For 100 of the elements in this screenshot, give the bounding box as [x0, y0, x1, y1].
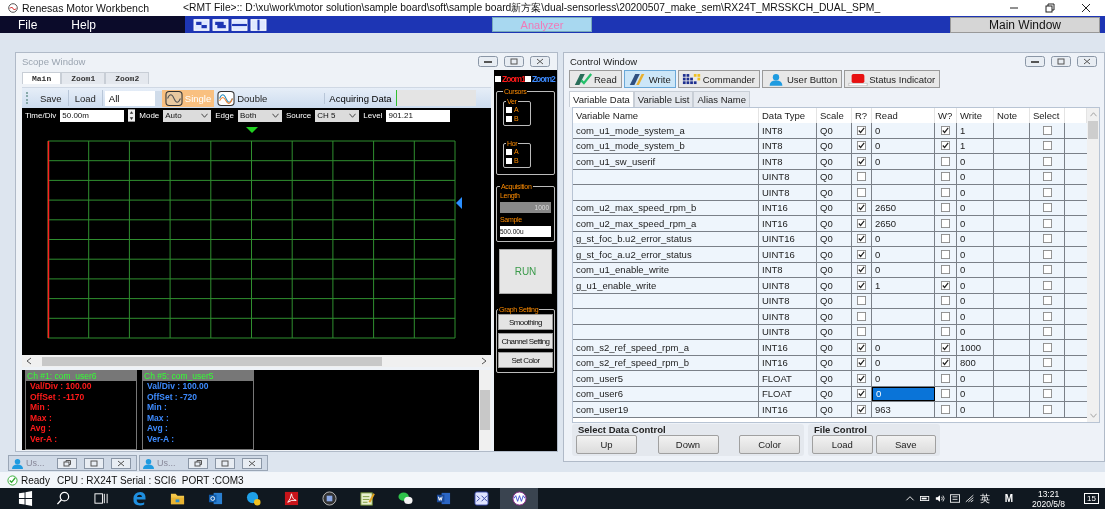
file-button[interactable]: Load [812, 435, 873, 454]
table-cell: 0 [957, 309, 994, 324]
table-cell: INT16 [759, 355, 817, 370]
table-cell: 0 [872, 355, 935, 370]
table-cell: UINT8 [759, 293, 817, 308]
graph-setting-button[interactable]: Channel Setting [498, 333, 553, 349]
input-method-indicator[interactable]: 英 [979, 491, 990, 506]
table-cell: 0 [957, 262, 994, 277]
table-cell: 0 [957, 402, 994, 417]
toolbar-button[interactable]: Status Indicator [844, 70, 941, 88]
channel-stat: Max : [29, 412, 53, 423]
graph-setting-button[interactable]: Smoothing [498, 314, 553, 330]
table-cell: UINT8 [759, 309, 817, 324]
table-cell: com_u1_enable_write [573, 262, 759, 277]
table-cell: Q0 [817, 154, 852, 169]
notification-button[interactable]: 15 [1084, 493, 1099, 504]
table-cell: INT8 [759, 154, 817, 169]
table-cell: 0 [957, 324, 994, 339]
tab[interactable]: Variable List [633, 91, 694, 107]
scope-tab[interactable]: Zoom1 [61, 72, 106, 84]
tab[interactable]: Alias Name [693, 91, 750, 107]
graph-setting-button[interactable]: Set Color [498, 352, 553, 368]
table-cell: Q0 [817, 138, 852, 153]
connection-info: CPU : RX24T Serial : SCI6 PORT :COM3 [56, 474, 244, 486]
tab-label: Us... [26, 458, 46, 468]
channel-stat: Ver-A : [146, 433, 176, 444]
toolbar-button[interactable]: Write [623, 70, 676, 88]
table-cell: g_st_foc_b.u2_error_status [573, 231, 759, 246]
table-cell: 0 [957, 247, 994, 262]
table-cell: 0 [872, 154, 935, 169]
table-cell: Q0 [817, 386, 852, 401]
table-cell: FLOAT [759, 371, 817, 386]
control-button[interactable]: Down [657, 435, 719, 454]
table-cell: Q0 [817, 200, 852, 215]
level-field[interactable]: 901.21 [386, 109, 451, 122]
table-cell: com_u2_max_speed_rpm_b [573, 200, 759, 215]
table-cell: 0 [872, 262, 935, 277]
save-button[interactable]: Save [34, 90, 69, 106]
table-cell: 0 [957, 293, 994, 308]
file-path: <RMT File>:: D:\xu\work\motor solution\sample board\soft\sample board新方案\dual-sensorless\20200507_make_sem\RX24T_MRSSKCH_DUAL_SPM_ [183, 1, 881, 15]
file-button[interactable]: Save [875, 435, 936, 454]
filter-dropdown[interactable]: All [104, 90, 162, 106]
table-cell: com_u1_mode_system_a [573, 123, 759, 138]
table-cell: Q0 [817, 169, 852, 184]
scope-tab[interactable]: Zoom2 [105, 72, 150, 84]
channel-stat: Avg : [146, 423, 169, 434]
main-window-button[interactable]: Main Window [950, 16, 1100, 33]
table-cell: UINT16 [759, 231, 817, 246]
time-div-field[interactable]: 50.00m [60, 109, 125, 122]
table-cell: INT8 [759, 123, 817, 138]
table-cell: 0 [872, 138, 935, 153]
channel-title: Ch #5: com_user5 [143, 371, 253, 381]
mode-dropdown[interactable]: Auto [163, 109, 212, 122]
table-cell: Q0 [817, 262, 852, 277]
ime-mode-indicator[interactable]: M [1004, 493, 1013, 504]
table-cell: com_u2_max_speed_rpm_a [573, 216, 759, 231]
table-cell: Q0 [817, 309, 852, 324]
toolbar-button[interactable]: User Button [762, 70, 843, 88]
table-cell: Q0 [817, 293, 852, 308]
table-cell: UINT8 [759, 324, 817, 339]
table-cell: INT8 [759, 262, 817, 277]
table-cell: Q0 [817, 278, 852, 293]
table-cell: INT16 [759, 216, 817, 231]
table-cell: 0 [957, 185, 994, 200]
table-cell: g_st_foc_a.u2_error_status [573, 247, 759, 262]
checkbox-label: Zoom1 [502, 74, 525, 84]
scope-tab[interactable]: Main [22, 72, 62, 84]
channel-stat: Avg : [29, 423, 52, 434]
control-button[interactable]: Up [576, 435, 637, 454]
status-text: Acquiring Data [324, 92, 392, 104]
table-cell: INT16 [759, 402, 817, 417]
toolbar-button[interactable]: Read [569, 70, 622, 88]
menu-item[interactable]: Help [71, 17, 97, 32]
table-cell: g_u1_enable_write [573, 278, 759, 293]
channel-title: Ch #1: com_user6 [26, 371, 136, 381]
toolbar-button[interactable]: Commander [677, 70, 760, 88]
channel-stat: Max : [146, 412, 170, 423]
table-cell: Q0 [817, 123, 852, 138]
table-cell: 1 [957, 123, 994, 138]
mode-button[interactable]: Double [214, 89, 271, 107]
window-title: Scope Window [22, 56, 86, 67]
table-cell: 2650 [872, 200, 935, 215]
channel-stat: OffSet : -1170 [29, 391, 86, 402]
source-dropdown[interactable]: CH 5 [315, 109, 360, 122]
table-cell: Q0 [817, 371, 852, 386]
table-cell: 0 [957, 278, 994, 293]
menu-item[interactable]: File [18, 17, 38, 32]
table-cell: 0 [957, 216, 994, 231]
app-title: Renesas Motor Workbench [22, 2, 150, 14]
clock[interactable]: 13:21 2020/5/8 [1032, 488, 1066, 509]
control-button[interactable]: Color [739, 435, 800, 454]
load-button[interactable]: Load [68, 90, 103, 106]
table-cell: INT16 [759, 340, 817, 355]
channel-stat: Min : [146, 402, 168, 413]
tab[interactable]: Variable Data [569, 91, 634, 107]
table-cell: 0 [957, 386, 994, 401]
table-cell: 0 [872, 340, 935, 355]
edge-dropdown[interactable]: Both [237, 109, 282, 122]
table-cell: com_user19 [573, 402, 759, 417]
table-cell: UINT8 [759, 185, 817, 200]
